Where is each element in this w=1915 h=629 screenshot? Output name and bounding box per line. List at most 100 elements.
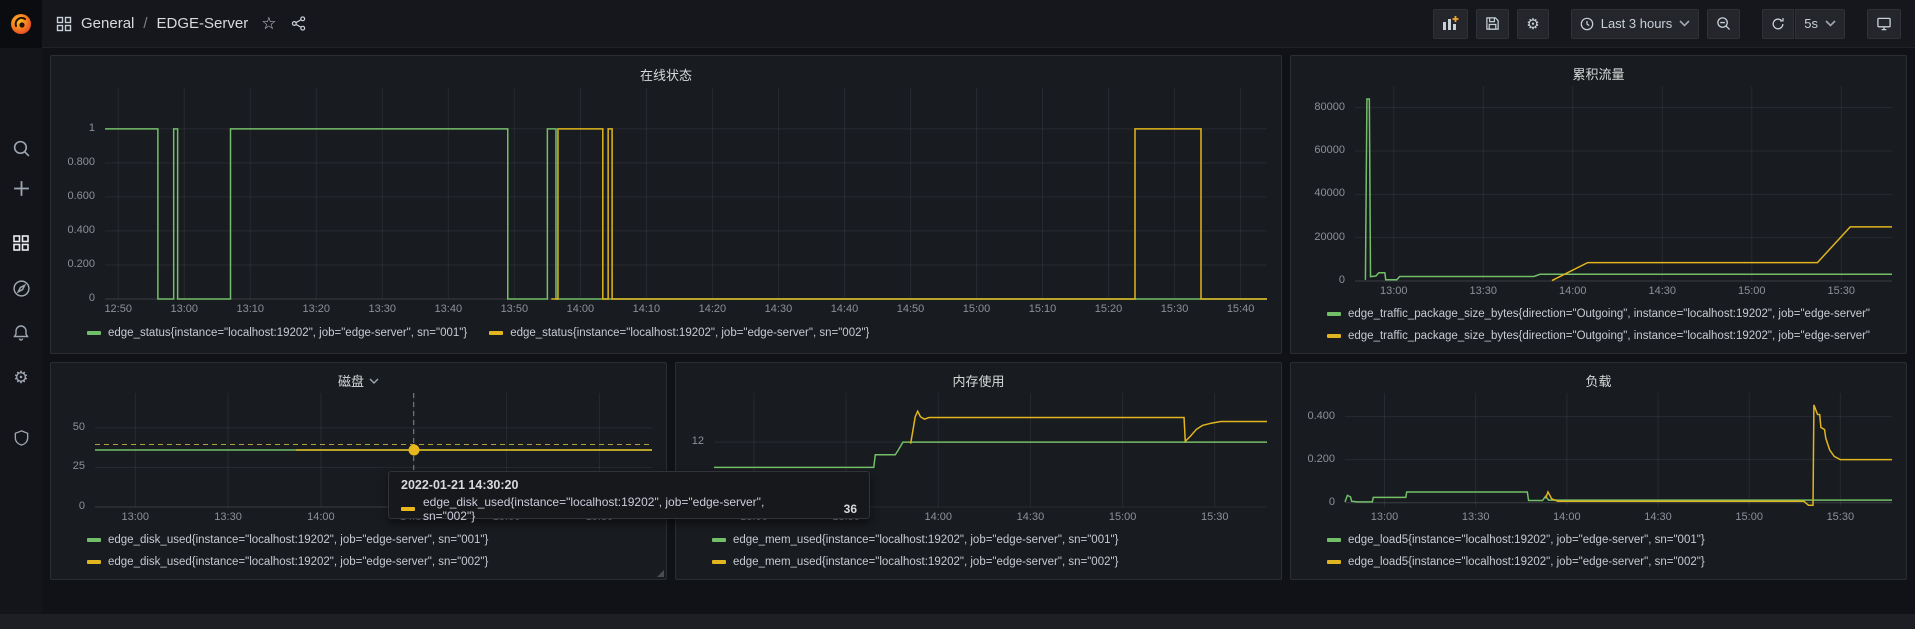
clock-icon: [1580, 17, 1594, 31]
x-tick-label: 15:10: [1029, 303, 1057, 315]
tooltip-value: 36: [844, 502, 857, 516]
y-axis-labels: 0.4000.2000: [1299, 393, 1343, 507]
legend-item[interactable]: edge_load5{instance="localhost:19202", j…: [1327, 529, 1898, 551]
legend-item[interactable]: edge_status{instance="localhost:19202", …: [489, 327, 869, 339]
left-sidebar: ⚙: [0, 48, 42, 629]
hover-point-marker: [408, 445, 419, 456]
zoom-out-icon: [1716, 16, 1731, 31]
y-tick-label: 0: [1339, 274, 1345, 286]
panel-title-text: 累积流量: [1572, 64, 1624, 83]
y-tick-label: 0.800: [67, 156, 95, 168]
x-tick-label: 13:00: [1371, 511, 1399, 523]
y-tick-label: 0.400: [67, 224, 95, 236]
panel-title[interactable]: 磁盘: [59, 369, 658, 391]
x-tick-label: 13:10: [236, 303, 264, 315]
legend-item[interactable]: edge_disk_used{instance="localhost:19202…: [87, 551, 658, 573]
y-tick-label: 80000: [1314, 101, 1345, 113]
legend-label: edge_mem_used{instance="localhost:19202"…: [733, 556, 1118, 568]
chevron-down-icon: [1825, 20, 1836, 27]
dashboards-grid-icon[interactable]: [7, 229, 35, 257]
admin-shield-icon[interactable]: [7, 424, 35, 452]
dashboard-title[interactable]: EDGE-Server: [157, 15, 249, 32]
breadcrumb-folder[interactable]: General: [81, 15, 134, 32]
panel-resize-handle[interactable]: [657, 570, 664, 577]
x-tick-label: 13:30: [214, 511, 242, 523]
x-tick-label: 14:30: [1017, 511, 1045, 523]
plot-area[interactable]: [1345, 393, 1892, 507]
legend-label: edge_traffic_package_size_bytes{directio…: [1348, 308, 1870, 320]
plot-area[interactable]: [1355, 86, 1892, 281]
panel-title[interactable]: 累积流量: [1299, 62, 1898, 84]
share-icon[interactable]: [291, 16, 306, 31]
legend-swatch: [712, 560, 726, 564]
x-tick-label: 14:00: [925, 511, 953, 523]
legend-item[interactable]: edge_load5{instance="localhost:19202", j…: [1327, 551, 1898, 573]
x-tick-label: 14:10: [633, 303, 661, 315]
x-tick-label: 15:30: [1201, 511, 1229, 523]
legend-label: edge_load5{instance="localhost:19202", j…: [1348, 534, 1705, 546]
x-tick-label: 13:20: [303, 303, 331, 315]
time-range-picker[interactable]: Last 3 hours: [1571, 9, 1700, 39]
bottom-strip: [0, 614, 1915, 629]
x-tick-label: 15:30: [1161, 303, 1189, 315]
save-dashboard-button[interactable]: [1476, 9, 1509, 39]
legend-item[interactable]: edge_mem_used{instance="localhost:19202"…: [712, 529, 1273, 551]
legend-label: edge_load5{instance="localhost:19202", j…: [1348, 556, 1705, 568]
explore-compass-icon[interactable]: [7, 274, 35, 302]
apps-grid-icon: [56, 16, 72, 32]
tooltip-series-label: edge_disk_used{instance="localhost:19202…: [423, 495, 814, 523]
legend-swatch: [87, 538, 101, 542]
legend-swatch: [1327, 334, 1341, 338]
legend-item[interactable]: edge_traffic_package_size_bytes{directio…: [1327, 303, 1898, 325]
legend-item[interactable]: edge_mem_used{instance="localhost:19202"…: [712, 551, 1273, 573]
chart-canvas: [1345, 393, 1892, 507]
legend: edge_mem_used{instance="localhost:19202"…: [684, 527, 1273, 573]
x-tick-label: 14:00: [307, 511, 335, 523]
graph-tooltip: 2022-01-21 14:30:20 edge_disk_used{insta…: [388, 471, 870, 519]
chevron-down-icon: [1679, 20, 1690, 27]
x-axis-labels: 12:5013:0013:1013:2013:3013:4013:5014:00…: [105, 299, 1267, 319]
refresh-interval-picker[interactable]: 5s: [1795, 9, 1845, 39]
panel-title[interactable]: 内存使用: [684, 369, 1273, 391]
y-tick-label: 0: [89, 292, 95, 304]
zoom-out-button[interactable]: [1707, 9, 1740, 39]
breadcrumb-separator: /: [143, 15, 147, 32]
panel-title-text: 磁盘: [338, 371, 364, 390]
tv-mode-button[interactable]: [1867, 9, 1901, 39]
panel-menu-caret-icon[interactable]: [369, 378, 379, 384]
y-tick-label: 12: [692, 435, 704, 447]
nav-actions: ⚙ Last 3 hours 5s: [1433, 9, 1915, 39]
legend-swatch: [1327, 312, 1341, 316]
legend-swatch: [87, 560, 101, 564]
alerting-bell-icon[interactable]: [7, 319, 35, 347]
breadcrumb: General / EDGE-Server ☆: [56, 14, 306, 34]
add-panel-button[interactable]: [1433, 9, 1468, 39]
x-tick-label: 13:50: [501, 303, 529, 315]
y-tick-label: 60000: [1314, 144, 1345, 156]
legend-item[interactable]: edge_disk_used{instance="localhost:19202…: [87, 529, 658, 551]
grafana-logo[interactable]: [0, 0, 42, 48]
y-tick-label: 40000: [1314, 187, 1345, 199]
legend-label: edge_status{instance="localhost:19202", …: [510, 327, 869, 339]
x-tick-label: 14:40: [831, 303, 859, 315]
search-icon[interactable]: [7, 134, 35, 162]
x-tick-label: 13:00: [121, 511, 149, 523]
star-icon[interactable]: ☆: [261, 14, 276, 34]
legend-item[interactable]: edge_traffic_package_size_bytes{directio…: [1327, 325, 1898, 347]
plot-area[interactable]: [105, 88, 1267, 299]
dashboard-settings-button[interactable]: ⚙: [1517, 9, 1548, 39]
plus-icon[interactable]: [7, 174, 35, 202]
legend-swatch: [87, 331, 101, 335]
refresh-button[interactable]: [1762, 9, 1794, 39]
y-tick-label: 0.200: [67, 258, 95, 270]
y-tick-label: 0.400: [1307, 410, 1335, 422]
panel-title[interactable]: 在线状态: [59, 62, 1273, 86]
tooltip-series-swatch: [401, 507, 415, 511]
x-tick-label: 14:00: [567, 303, 595, 315]
y-axis-labels: 800006000040000200000: [1299, 86, 1353, 281]
settings-gear-icon[interactable]: ⚙: [7, 364, 35, 392]
tooltip-timestamp: 2022-01-21 14:30:20: [401, 478, 857, 492]
x-axis-labels: 13:0013:3014:0014:3015:0015:30: [1355, 281, 1892, 301]
panel-title[interactable]: 负载: [1299, 369, 1898, 391]
legend-item[interactable]: edge_status{instance="localhost:19202", …: [87, 327, 467, 339]
